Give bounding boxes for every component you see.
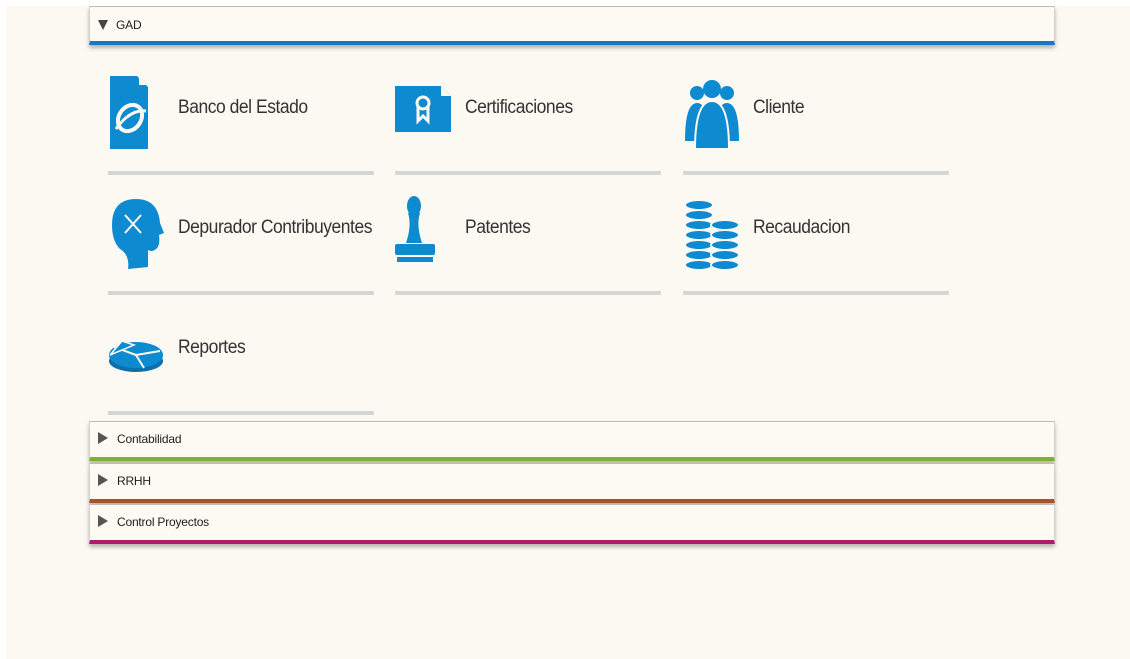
pie-chart-icon [108, 311, 170, 391]
tile-label: Depurador Contribuyentes [178, 217, 372, 238]
section-rrhh-header[interactable]: RRHH [98, 464, 151, 498]
page-background: GAD Banco del Estado Certificaciones Cli… [6, 6, 1130, 659]
tile-patentes[interactable]: Patentes [395, 191, 661, 295]
tile-label: Patentes [465, 217, 531, 238]
tile-label: Banco del Estado [178, 97, 308, 118]
tile-recaudacion[interactable]: Recaudacion [683, 191, 949, 295]
coin-stacks-icon [683, 191, 745, 271]
section-control-proyectos-title: Control Proyectos [117, 515, 209, 529]
section-gad[interactable]: GAD [89, 6, 1055, 45]
certificate-ribbon-icon [395, 71, 457, 151]
section-contabilidad[interactable]: Contabilidad [89, 421, 1055, 461]
tile-label: Reportes [178, 337, 246, 358]
section-control-proyectos[interactable]: Control Proyectos [89, 504, 1055, 544]
people-group-icon [683, 71, 745, 151]
expand-triangle-icon [98, 474, 108, 486]
tile-label: Recaudacion [753, 217, 850, 238]
bank-document-icon [108, 71, 170, 151]
section-control-proyectos-header[interactable]: Control Proyectos [98, 505, 209, 539]
tile-banco-del-estado[interactable]: Banco del Estado [108, 71, 374, 175]
tile-depurador-contribuyentes[interactable]: Depurador Contribuyentes [108, 191, 374, 295]
tile-certificaciones[interactable]: Certificaciones [395, 71, 661, 175]
stamp-icon [395, 191, 457, 271]
section-rrhh[interactable]: RRHH [89, 463, 1055, 503]
section-rrhh-title: RRHH [117, 474, 151, 488]
section-contabilidad-title: Contabilidad [117, 432, 182, 446]
expand-triangle-icon [98, 432, 108, 444]
tile-cliente[interactable]: Cliente [683, 71, 949, 175]
tile-label: Cliente [753, 97, 805, 118]
expand-triangle-icon [98, 515, 108, 527]
section-gad-title: GAD [116, 18, 142, 32]
collapse-triangle-icon [98, 19, 108, 30]
tile-reportes[interactable]: Reportes [108, 311, 374, 415]
section-gad-header[interactable]: GAD [98, 7, 142, 43]
tile-label: Certificaciones [465, 97, 573, 118]
head-x-icon [108, 191, 170, 271]
section-contabilidad-header[interactable]: Contabilidad [98, 422, 182, 456]
